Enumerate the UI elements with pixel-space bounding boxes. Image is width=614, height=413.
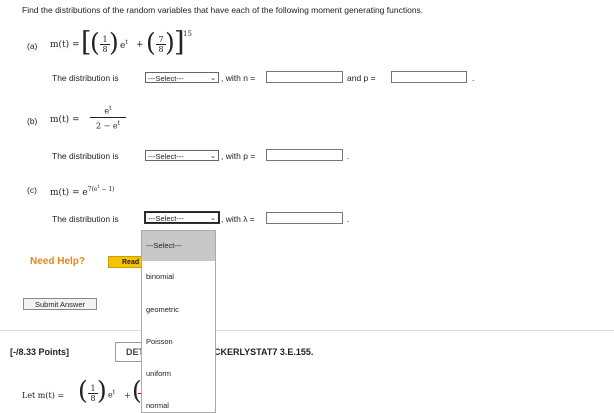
question-source: CKERLYSTAT7 3.E.155. (214, 347, 314, 357)
part-a-and-p: and p = (347, 73, 376, 83)
instruction-text: Find the distributions of the random var… (22, 5, 424, 15)
dropdown-option-uniform[interactable]: uniform (146, 369, 171, 378)
part-a-end: . (472, 73, 475, 83)
part-a-row-pre: The distribution is (52, 73, 119, 83)
submit-answer-button[interactable]: Submit Answer (23, 298, 97, 310)
distribution-dropdown-list: ---Select--- binomial geometric Poisson … (141, 230, 216, 413)
part-c-distribution-select[interactable]: ---Select--- ⌄ (144, 211, 220, 224)
part-a-power: 15 (183, 30, 192, 38)
part-b-label: (b) (27, 116, 38, 126)
part-a-right-paren: ) (109, 28, 119, 57)
part-c-end: . (347, 214, 350, 224)
part-b-fraction: et 2 − et (90, 104, 126, 131)
part-a-left-paren: ( (90, 28, 100, 57)
part-a-label: (a) (27, 41, 38, 51)
part-a-with-n: , with n = (221, 73, 256, 83)
part-a-mt: m(t) = (50, 40, 80, 50)
part-b-row-pre: The distribution is (52, 151, 119, 161)
dropdown-option-select[interactable]: ---Select--- (146, 241, 182, 250)
part-a-p-input[interactable] (391, 71, 467, 83)
read-it-button[interactable]: Read (108, 256, 144, 268)
dropdown-option-normal[interactable]: normal (146, 401, 169, 410)
dropdown-option-binomial[interactable]: binomial (146, 272, 174, 281)
part-a-distribution-select[interactable]: ---Select--- ⌄ (145, 72, 219, 83)
part-a-plus: + (136, 40, 144, 50)
next-plus: + (124, 391, 131, 400)
part-b-mt: m(t) = (50, 115, 80, 125)
part-a-n-input[interactable] (266, 71, 343, 83)
part-c-row-pre: The distribution is (52, 214, 119, 224)
part-a-left-paren2: ( (146, 28, 156, 57)
need-help-label: Need Help? (30, 256, 86, 267)
dropdown-option-poisson[interactable]: Poisson (146, 337, 173, 346)
points-label: [-/8.33 Points] (10, 347, 70, 357)
part-c-with-lambda: , with λ = (221, 214, 255, 224)
dropdown-option-geometric[interactable]: geometric (146, 305, 179, 314)
part-b-end: . (347, 151, 350, 161)
next-left-paren: ( (78, 376, 88, 405)
part-c-label: (c) (27, 185, 37, 195)
chevron-down-icon: ⌄ (210, 153, 216, 160)
part-b-distribution-select[interactable]: ---Select--- ⌄ (145, 150, 219, 161)
part-a-et: et (120, 39, 128, 51)
part-c-mt: m(t) = e7(et − 1) (50, 184, 115, 198)
next-et: et (108, 389, 116, 400)
next-let-text: Let m(t) = (22, 391, 65, 400)
chevron-down-icon: ⌄ (210, 215, 216, 222)
part-c-lambda-input[interactable] (266, 212, 343, 224)
part-b-p-input[interactable] (266, 149, 343, 161)
chevron-down-icon: ⌄ (210, 75, 216, 82)
question-divider (0, 330, 614, 331)
next-right-paren: ) (97, 376, 107, 405)
part-b-with-p: , with p = (221, 151, 256, 161)
